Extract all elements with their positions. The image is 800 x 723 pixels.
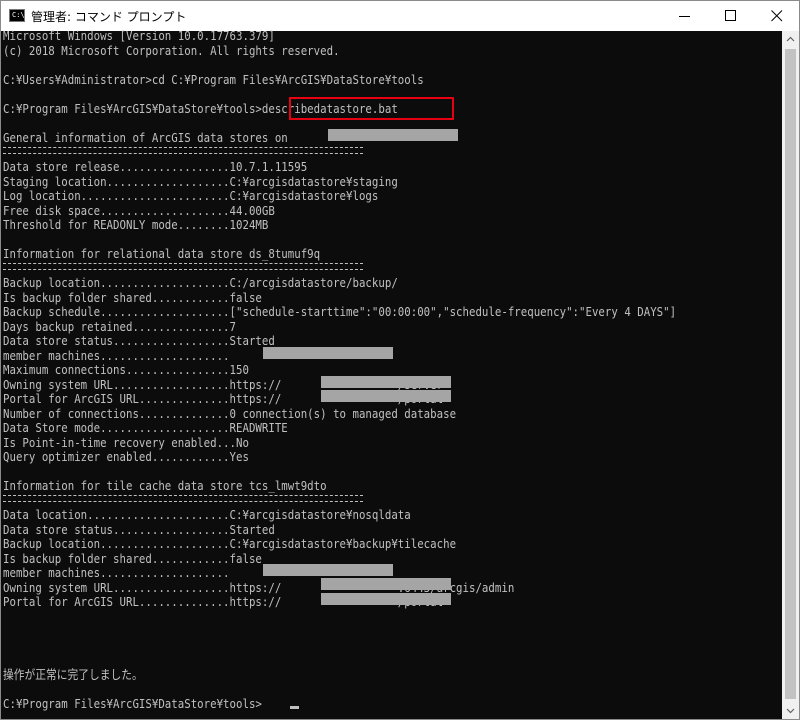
minimize-icon xyxy=(679,16,690,17)
separator-line xyxy=(3,495,363,502)
console-line: Data Store mode....................READW… xyxy=(3,420,288,435)
console-line: Threshold for READONLY mode........1024M… xyxy=(3,217,269,232)
console-line: Maximum connections................150 xyxy=(3,362,249,377)
maximize-icon xyxy=(725,10,736,21)
scroll-thumb[interactable] xyxy=(785,49,796,699)
console-line: Data store status..................Start… xyxy=(3,522,275,537)
console-line: Information for relational data store ds… xyxy=(3,246,321,261)
console-line: Is backup folder shared............false xyxy=(3,551,262,566)
window-title: 管理者: コマンド プロンプト xyxy=(31,10,187,24)
console-line: member machines.................... xyxy=(3,348,230,363)
console-line: Free disk space....................44.00… xyxy=(3,203,275,218)
minimize-button[interactable] xyxy=(663,1,707,31)
console-line: Microsoft Windows [Version 10.0.17763.37… xyxy=(3,28,275,43)
console-line: Log location.......................C:¥ar… xyxy=(3,188,379,203)
redacted-url xyxy=(321,376,451,388)
command-prompt-window: C:\_ 管理者: コマンド プロンプト Microsoft Windows [… xyxy=(0,0,800,720)
console-line: Query optimizer enabled............Yes xyxy=(3,449,249,464)
maximize-button[interactable] xyxy=(709,1,753,31)
console-line: C:¥Program Files¥ArcGIS¥DataStore¥tools> xyxy=(3,696,262,711)
redacted-url xyxy=(321,578,451,590)
console-line: Staging location...................C:¥ar… xyxy=(3,174,398,189)
redacted-hostname xyxy=(328,129,458,141)
console-line: General information of ArcGIS data store… xyxy=(3,130,288,145)
command-prompt-icon-text: C:\_ xyxy=(12,11,29,19)
separator-line xyxy=(3,263,363,270)
console-line: Is backup folder shared............false xyxy=(3,290,262,305)
console-line: Backup location....................C:¥ar… xyxy=(3,536,457,551)
command-prompt-icon[interactable]: C:\_ xyxy=(9,9,29,22)
close-icon xyxy=(771,10,783,22)
vertical-scrollbar[interactable] xyxy=(782,31,799,719)
title-bar[interactable]: C:\_ 管理者: コマンド プロンプト xyxy=(1,1,799,31)
highlight-box xyxy=(289,97,454,120)
redacted-url xyxy=(321,390,451,402)
redacted-url xyxy=(321,593,451,605)
chevron-up-icon xyxy=(786,36,795,42)
console-line: Is Point-in-time recovery enabled...No xyxy=(3,435,249,450)
console-line: Data store status..................Start… xyxy=(3,333,275,348)
separator-line xyxy=(3,147,363,154)
console-line: member machines.................... xyxy=(3,565,230,580)
close-button[interactable] xyxy=(755,1,799,31)
console-line: Days backup retained...............7 xyxy=(3,319,237,334)
console-line: 操作が正常に完了しました。 xyxy=(3,667,143,682)
text-cursor xyxy=(290,706,299,709)
console-line: (c) 2018 Microsoft Corporation. All righ… xyxy=(3,43,340,58)
scroll-up-button[interactable] xyxy=(782,31,799,48)
redacted-machine xyxy=(263,347,393,359)
redacted-machine xyxy=(263,564,393,576)
scroll-down-button[interactable] xyxy=(782,702,799,719)
console-output[interactable]: Microsoft Windows [Version 10.0.17763.37… xyxy=(1,28,782,719)
console-line: Information for tile cache data store tc… xyxy=(3,478,327,493)
console-line: Backup schedule....................["sch… xyxy=(3,304,677,319)
console-line: Backup location....................C:/ar… xyxy=(3,275,398,290)
chevron-down-icon xyxy=(786,708,795,714)
console-line: C:¥Users¥Administrator>cd C:¥Program Fil… xyxy=(3,72,424,87)
console-line: Number of connections..............0 con… xyxy=(3,406,457,421)
console-line: Data location......................C:¥ar… xyxy=(3,507,411,522)
console-line: Data store release.................10.7.… xyxy=(3,159,308,174)
